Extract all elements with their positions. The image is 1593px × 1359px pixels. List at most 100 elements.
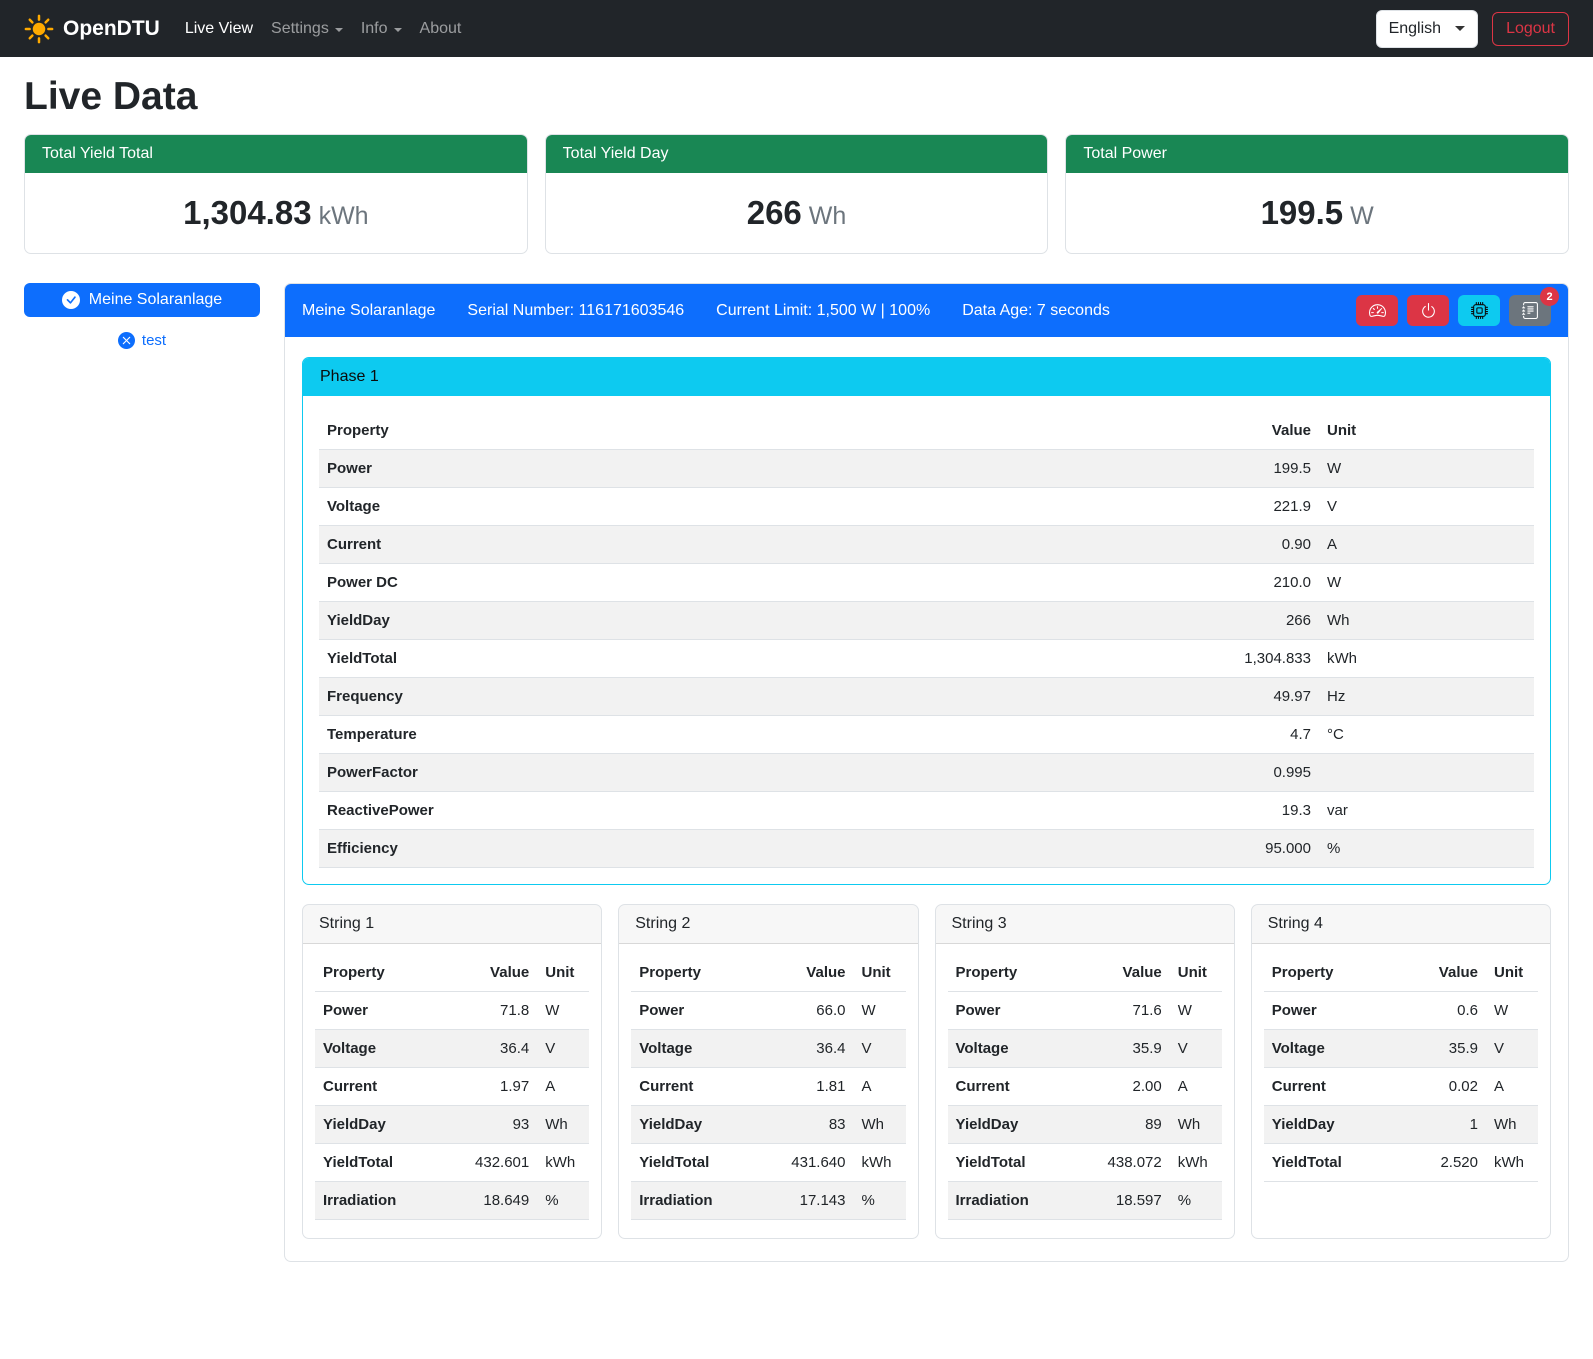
row-property: Frequency (319, 678, 1209, 716)
string-card-2: String 2 Property Value Unit (618, 904, 918, 1239)
table-row: ReactivePower19.3var (319, 792, 1534, 830)
row-value: 36.4 (459, 1030, 537, 1068)
nav-link-about[interactable]: About (411, 12, 471, 46)
row-unit: kWh (1170, 1144, 1222, 1182)
cpu-icon (1471, 302, 1488, 319)
string-card-3: String 3 Property Value Unit (935, 904, 1235, 1239)
row-unit: Wh (854, 1106, 906, 1144)
table-row: Current2.00A (948, 1068, 1222, 1106)
table-row: Irradiation17.143% (631, 1182, 905, 1220)
row-property: Voltage (631, 1030, 775, 1068)
row-value: 71.6 (1092, 992, 1170, 1030)
row-property: YieldDay (319, 602, 1209, 640)
row-unit: % (1319, 830, 1534, 868)
table-row: Current1.81A (631, 1068, 905, 1106)
table-row: Power71.8W (315, 992, 589, 1030)
row-unit: Wh (1170, 1106, 1222, 1144)
card-header: Total Power (1066, 135, 1568, 173)
table-row: YieldDay266Wh (319, 602, 1534, 640)
row-unit: A (1319, 526, 1534, 564)
table-row: Irradiation18.597% (948, 1182, 1222, 1220)
col-property: Property (319, 412, 1209, 450)
inverter-panel-body: Phase 1 Property Value Unit P (285, 337, 1568, 1261)
table-header-row: Property Value Unit (319, 412, 1534, 450)
table-row: YieldTotal1,304.833kWh (319, 640, 1534, 678)
table-row: Efficiency95.000% (319, 830, 1534, 868)
string-title: String 1 (303, 905, 601, 944)
col-value: Value (1092, 954, 1170, 992)
total-yield-day-unit: Wh (809, 202, 847, 230)
row-unit: var (1319, 792, 1534, 830)
row-property: YieldDay (1264, 1106, 1408, 1144)
total-power-value: 199.5 (1261, 194, 1344, 231)
row-property: Current (315, 1068, 459, 1106)
row-property: Voltage (1264, 1030, 1408, 1068)
string-body: Property Value Unit Power66.0WVoltage36.… (619, 944, 917, 1238)
card-body: 1,304.83kWh (25, 173, 527, 253)
table-row: Voltage35.9V (1264, 1030, 1538, 1068)
logout-button[interactable]: Logout (1492, 12, 1569, 46)
table-row: Voltage35.9V (948, 1030, 1222, 1068)
table-row: Current0.90A (319, 526, 1534, 564)
row-unit: W (537, 992, 589, 1030)
nav-dropdown-settings[interactable]: Settings (262, 12, 352, 46)
row-property: YieldDay (948, 1106, 1092, 1144)
table-row: Power66.0W (631, 992, 905, 1030)
limit-settings-button[interactable] (1356, 295, 1398, 326)
caret-down-icon (335, 28, 343, 32)
row-unit: kWh (854, 1144, 906, 1182)
string-title: String 2 (619, 905, 917, 944)
row-value: 4.7 (1209, 716, 1319, 754)
row-unit: A (537, 1068, 589, 1106)
row-unit: V (1170, 1030, 1222, 1068)
inverter-test-button[interactable]: test (24, 332, 260, 349)
table-row: YieldDay83Wh (631, 1106, 905, 1144)
language-select[interactable]: English (1376, 10, 1478, 48)
row-property: Power (1264, 992, 1408, 1030)
row-unit: % (537, 1182, 589, 1220)
brand[interactable]: OpenDTU (24, 14, 160, 44)
brand-name: OpenDTU (63, 17, 160, 41)
page-title: Live Data (24, 75, 1569, 119)
navbar-right: English Logout (1376, 10, 1569, 48)
device-info-button[interactable] (1458, 295, 1500, 326)
event-log-badge: 2 (1540, 287, 1559, 306)
phase-title: Phase 1 (303, 358, 1550, 396)
row-value: 210.0 (1209, 564, 1319, 602)
row-property: Temperature (319, 716, 1209, 754)
total-power-unit: W (1350, 202, 1374, 230)
row-property: YieldTotal (315, 1144, 459, 1182)
table-row: YieldTotal2.520kWh (1264, 1144, 1538, 1182)
row-property: Power (319, 450, 1209, 488)
row-value: 19.3 (1209, 792, 1319, 830)
summary-cards-row: Total Yield Total 1,304.83kWh Total Yiel… (24, 134, 1569, 254)
row-value: 18.649 (459, 1182, 537, 1220)
inverter-select-button[interactable]: Meine Solaranlage (24, 283, 260, 317)
event-log-button[interactable]: 2 (1509, 295, 1551, 326)
row-property: YieldTotal (631, 1144, 775, 1182)
row-property: YieldTotal (1264, 1144, 1408, 1182)
table-row: Current0.02A (1264, 1068, 1538, 1106)
nav-link-live-view[interactable]: Live View (176, 12, 262, 46)
string-card-1: String 1 Property Value Unit (302, 904, 602, 1239)
check-circle-icon (62, 291, 80, 309)
row-property: Power (631, 992, 775, 1030)
row-value: 1.81 (776, 1068, 854, 1106)
row-value: 0.02 (1408, 1068, 1486, 1106)
row-value: 1.97 (459, 1068, 537, 1106)
total-yield-day-value: 266 (747, 194, 802, 231)
row-unit: kWh (1486, 1144, 1538, 1182)
col-property: Property (631, 954, 775, 992)
caret-down-icon (394, 28, 402, 32)
col-value: Value (1209, 412, 1319, 450)
row-property: YieldDay (631, 1106, 775, 1144)
col-value: Value (776, 954, 854, 992)
nav-dropdown-info[interactable]: Info (352, 12, 411, 46)
row-value: 0.90 (1209, 526, 1319, 564)
power-icon (1420, 302, 1437, 319)
table-row: Frequency49.97Hz (319, 678, 1534, 716)
row-property: Voltage (319, 488, 1209, 526)
power-toggle-button[interactable] (1407, 295, 1449, 326)
table-row: Voltage36.4V (315, 1030, 589, 1068)
col-value: Value (1408, 954, 1486, 992)
